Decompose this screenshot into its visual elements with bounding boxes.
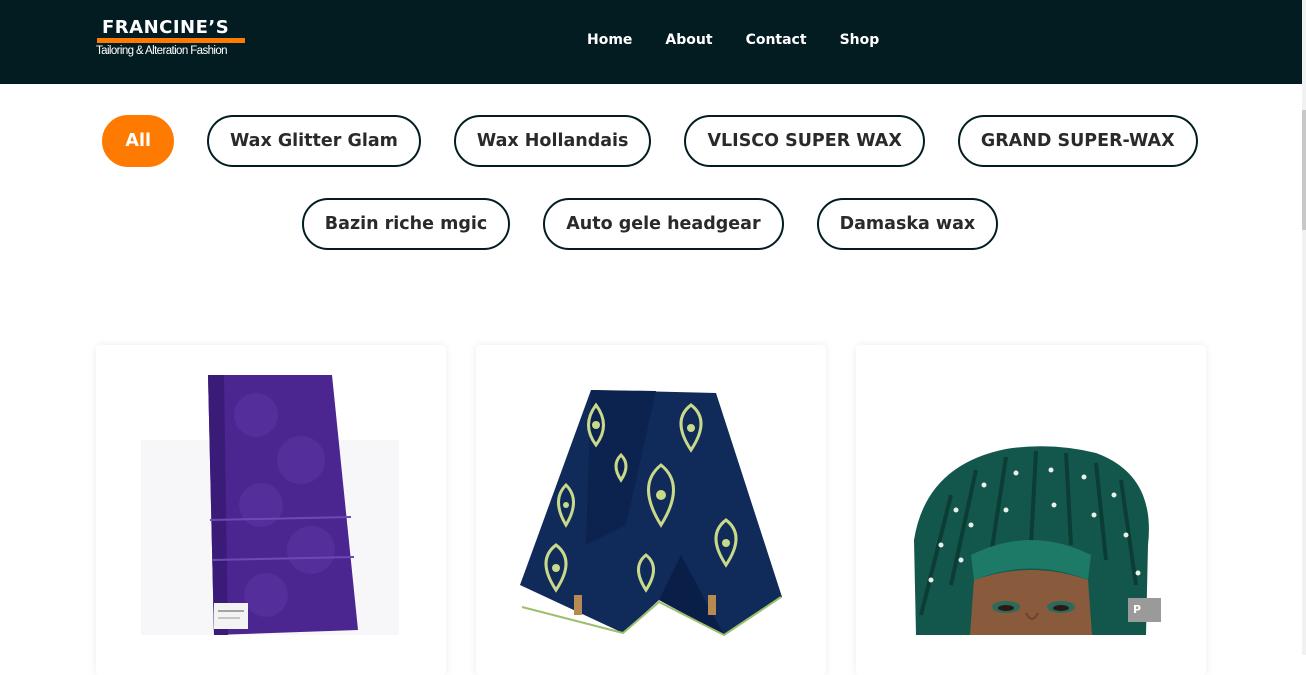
purple-bazin-fabric-image[interactable]: [96, 345, 446, 655]
filter-vlisco-super-wax[interactable]: VLISCO SUPER WAX: [684, 115, 925, 167]
product-card[interactable]: [476, 345, 826, 675]
main-nav: Home About Contact Shop: [587, 30, 879, 50]
filter-bazin-riche-mgic[interactable]: Bazin riche mgic: [301, 198, 511, 250]
filter-row-1: All Wax Glitter Glam Wax Hollandais VLIS…: [0, 115, 1300, 167]
product-card[interactable]: [96, 345, 446, 675]
nav-home[interactable]: Home: [587, 30, 632, 50]
site-logo[interactable]: FRANCINE’S Tailoring & Alteration Fashio…: [96, 17, 248, 63]
filter-all[interactable]: All: [102, 115, 174, 167]
image-badge: P: [1128, 598, 1161, 622]
filter-damaska-wax[interactable]: Damaska wax: [816, 198, 999, 250]
nav-about[interactable]: About: [665, 30, 712, 50]
scrollbar-thumb[interactable]: [1302, 110, 1306, 230]
nav-contact[interactable]: Contact: [746, 30, 807, 50]
nav-shop[interactable]: Shop: [840, 30, 880, 50]
logo-tagline: Tailoring & Alteration Fashion: [96, 45, 228, 57]
logo-underline: [97, 38, 245, 43]
filter-grand-super-wax[interactable]: GRAND SUPER-WAX: [957, 115, 1198, 167]
product-card[interactable]: P: [856, 345, 1206, 675]
filter-auto-gele-headgear[interactable]: Auto gele headgear: [543, 198, 784, 250]
filter-wax-hollandais[interactable]: Wax Hollandais: [453, 115, 652, 167]
site-header: FRANCINE’S Tailoring & Alteration Fashio…: [0, 0, 1306, 84]
logo-name: FRANCINE’S: [102, 17, 230, 38]
navy-wax-print-fabric-image[interactable]: [476, 345, 826, 655]
filter-row-2: Bazin riche mgic Auto gele headgear Dama…: [0, 198, 1300, 250]
filter-wax-glitter-glam[interactable]: Wax Glitter Glam: [206, 115, 421, 167]
page-scrollbar[interactable]: [1302, 0, 1306, 655]
